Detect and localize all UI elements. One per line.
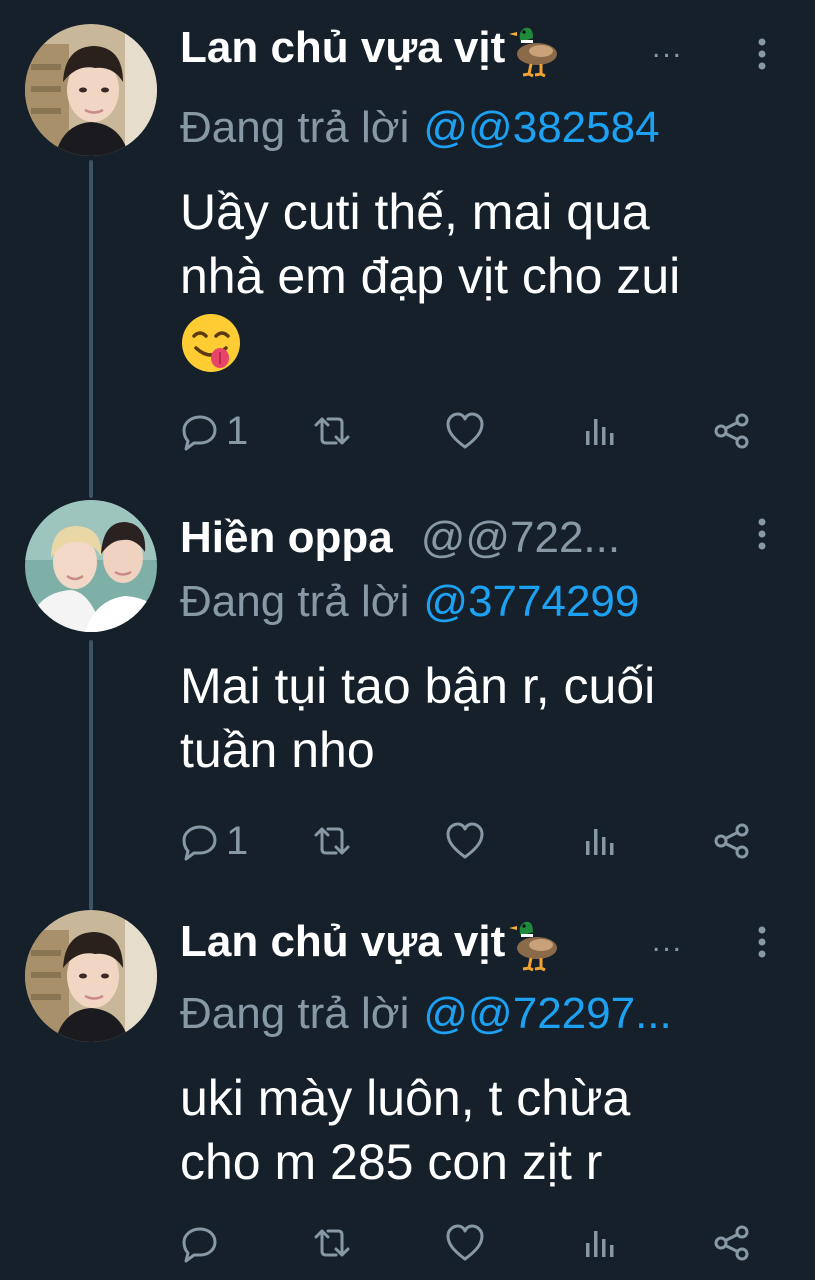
replying-to-label: Đang trả lời: [180, 989, 410, 1038]
display-name[interactable]: Hiền oppa: [180, 513, 393, 562]
analytics-icon: [586, 1231, 614, 1257]
avatar[interactable]: [25, 910, 157, 1042]
reply-button[interactable]: 1: [180, 406, 248, 456]
tweet[interactable]: Hiền oppa @@722... Đang trả lời @3774299 M…: [0, 480, 815, 890]
share-button[interactable]: [712, 1218, 752, 1268]
replying-to: Đang trả lời @3774299: [180, 572, 639, 632]
replying-to-label: Đang trả lời: [180, 577, 410, 626]
display-name[interactable]: Lan chủ vựa vịt: [180, 917, 505, 966]
tweet-text: Mai tụi tao bận r, cuối tuần nho: [180, 654, 780, 782]
retweet-icon: [314, 417, 350, 445]
tweet-text: uki mày luôn, t chừa cho m 285 con zịt r: [180, 1066, 780, 1194]
avatar[interactable]: [25, 500, 157, 632]
tweet-header: Lan chủ vựa vịt: [180, 912, 815, 972]
tweet[interactable]: Lan chủ vựa vịt ... Đang trả lời @@72297.…: [0, 890, 815, 1280]
share-icon: [714, 1225, 749, 1261]
replying-to: Đang trả lời @@382584: [180, 98, 660, 158]
like-button[interactable]: [444, 406, 486, 456]
tweet-text-line: uki mày luôn, t chừa: [180, 1070, 631, 1126]
more-vertical-icon[interactable]: [744, 516, 780, 552]
heart-icon: [446, 1224, 484, 1261]
more-vertical-icon[interactable]: [744, 924, 780, 960]
user-handle[interactable]: @@722...: [421, 513, 620, 562]
analytics-button[interactable]: [580, 406, 620, 456]
reply-icon: [182, 825, 217, 861]
tweet-actions: 1: [180, 406, 780, 456]
tweet-actions: [180, 1218, 780, 1268]
tweet-text-line: cho m 285 con zịt r: [180, 1134, 603, 1190]
retweet-button[interactable]: [310, 406, 354, 456]
share-button[interactable]: [712, 406, 752, 456]
face-savoring-food-emoji-icon: [182, 314, 240, 372]
duck-emoji-icon: [509, 27, 558, 78]
tweet[interactable]: Lan chủ vựa vịt ... Đang trả lời @@382584…: [0, 0, 815, 480]
tweet-header: Hiền oppa @@722...: [180, 508, 815, 568]
heart-icon: [446, 822, 484, 859]
tweet-text: Uầy cuti thế, mai qua nhà em đạp vịt cho…: [180, 180, 780, 374]
tweet-header: Lan chủ vựa vịt: [180, 18, 815, 78]
truncated-handle: ...: [652, 31, 684, 64]
share-icon: [714, 413, 749, 449]
analytics-button[interactable]: [580, 1218, 620, 1268]
more-vertical-icon[interactable]: [744, 36, 780, 72]
tweet-text-line: Mai tụi tao bận r, cuối: [180, 658, 656, 714]
reply-icon: [182, 415, 217, 451]
replying-to-handle[interactable]: @3774299: [423, 577, 639, 626]
replying-to: Đang trả lời @@72297...: [180, 984, 672, 1044]
retweet-icon: [314, 827, 350, 855]
analytics-icon: [586, 419, 614, 445]
retweet-button[interactable]: [310, 816, 354, 866]
reply-count: 1: [226, 409, 249, 453]
tweet-text-line: nhà em đạp vịt cho zui: [180, 248, 681, 304]
reply-count: 1: [226, 819, 249, 863]
duck-emoji-icon: [509, 921, 558, 972]
share-button[interactable]: [712, 816, 752, 866]
like-button[interactable]: [444, 816, 486, 866]
tweet-text-line: tuần nho: [180, 722, 375, 778]
replying-to-label: Đang trả lời: [180, 103, 410, 152]
reply-icon: [182, 1227, 217, 1263]
avatar[interactable]: [25, 24, 157, 156]
display-name[interactable]: Lan chủ vựa vịt: [180, 23, 505, 72]
heart-icon: [446, 412, 484, 449]
tweet-text-line: Uầy cuti thế, mai qua: [180, 184, 650, 240]
reply-button[interactable]: [180, 1218, 226, 1268]
share-icon: [714, 823, 749, 859]
analytics-button[interactable]: [580, 816, 620, 866]
like-button[interactable]: [444, 1218, 486, 1268]
retweet-icon: [314, 1229, 350, 1257]
replying-to-handle[interactable]: @@72297...: [423, 989, 671, 1038]
reply-button[interactable]: 1: [180, 816, 248, 866]
analytics-icon: [586, 829, 614, 855]
retweet-button[interactable]: [310, 1218, 354, 1268]
tweet-actions: 1: [180, 816, 780, 866]
truncated-handle: ...: [652, 925, 684, 958]
replying-to-handle[interactable]: @@382584: [423, 103, 659, 152]
